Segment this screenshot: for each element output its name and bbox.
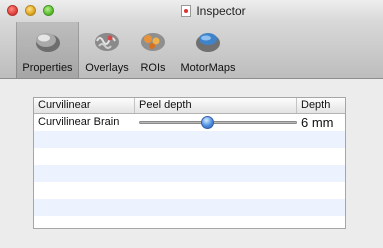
tab-motormaps[interactable]: MotorMaps xyxy=(173,22,243,78)
brain-properties-icon xyxy=(35,33,60,52)
table-row-empty xyxy=(34,148,345,165)
tab-rois[interactable]: ROIs xyxy=(134,22,172,78)
properties-table: Curvilinear Peel depth Depth Curvilinear… xyxy=(33,97,346,229)
brain-motormaps-icon xyxy=(196,33,220,52)
tab-rois-label: ROIs xyxy=(140,62,166,74)
peel-depth-slider[interactable] xyxy=(139,116,297,129)
zoom-icon[interactable] xyxy=(43,5,54,16)
table-row-empty xyxy=(34,165,345,182)
table-row-empty xyxy=(34,131,345,148)
table-row-empty xyxy=(34,199,345,216)
column-header-depth[interactable]: Depth xyxy=(297,98,345,113)
close-icon[interactable] xyxy=(7,5,18,16)
table-row[interactable]: Curvilinear Brain 6 mm xyxy=(34,114,345,131)
brain-overlays-icon xyxy=(95,33,119,51)
brain-rois-icon xyxy=(141,33,165,51)
tab-motormaps-label: MotorMaps xyxy=(180,62,236,74)
column-header-curvilinear[interactable]: Curvilinear xyxy=(34,98,135,113)
window-title-text: Inspector xyxy=(196,4,246,18)
window-controls xyxy=(7,5,54,16)
window-title: Inspector xyxy=(181,4,246,18)
slider-track xyxy=(139,121,297,124)
depth-value: 6 mm xyxy=(301,115,334,130)
minimize-icon[interactable] xyxy=(25,5,36,16)
tab-overlays-label: Overlays xyxy=(85,62,129,74)
inspector-window: Inspector Properties Overlays ROIs Motor… xyxy=(0,0,383,248)
table-row-empty xyxy=(34,182,345,199)
column-header-peel-depth[interactable]: Peel depth xyxy=(135,98,297,113)
document-icon xyxy=(181,5,192,17)
title-bar[interactable]: Inspector xyxy=(0,0,383,22)
tab-properties[interactable]: Properties xyxy=(16,22,79,78)
table-header: Curvilinear Peel depth Depth xyxy=(34,98,345,114)
slider-knob[interactable] xyxy=(200,116,214,129)
toolbar: Properties Overlays ROIs MotorMaps xyxy=(0,22,383,79)
tab-properties-label: Properties xyxy=(22,62,73,74)
tab-overlays[interactable]: Overlays xyxy=(80,22,134,78)
row-name-cell: Curvilinear Brain xyxy=(38,116,120,128)
